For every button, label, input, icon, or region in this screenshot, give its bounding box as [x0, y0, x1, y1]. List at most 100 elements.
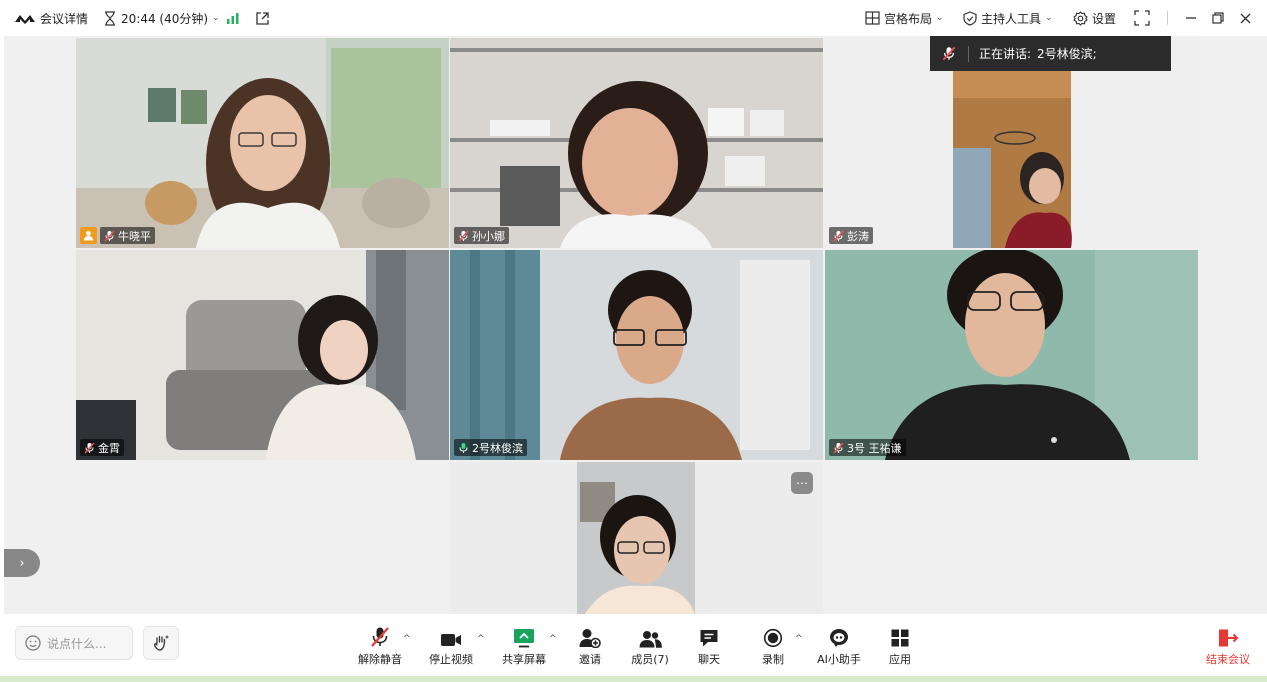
host-person-icon [84, 230, 93, 241]
restore-button[interactable] [1212, 0, 1224, 36]
meeting-details-button[interactable]: 会议详情 [14, 0, 88, 36]
record-options-chevron-icon[interactable]: ^ [795, 634, 803, 644]
mic-muted-icon [942, 46, 956, 61]
record-icon [763, 628, 783, 648]
smile-icon [25, 635, 41, 651]
speaking-indicator: 正在讲话: 2号林俊滨; [930, 36, 1171, 71]
invite-label: 邀请 [579, 653, 601, 666]
participant-name: 孙小娜 [472, 229, 505, 243]
close-button[interactable] [1240, 0, 1251, 36]
close-icon [1240, 13, 1251, 23]
timer-text: 20:44 (40分钟) [121, 11, 209, 26]
video-tile-participant-1[interactable]: 牛晓平 [76, 38, 449, 248]
speaking-label: 正在讲话: [979, 47, 1032, 61]
chevron-right-icon: › [19, 555, 25, 571]
participant-name: 牛晓平 [118, 229, 151, 243]
share-screen-button[interactable]: 共享屏幕 [494, 624, 554, 667]
top-bar: 会议详情 20:44 (40分钟) ⌄ 宫格布局 ⌄ 主持人工具 ⌄ 设置 [0, 0, 1267, 36]
layout-label: 宫格布局 [884, 11, 933, 26]
members-label: 成员(7) [631, 653, 669, 666]
members-button[interactable]: 成员(7) [620, 624, 680, 667]
bottom-background-strip [0, 676, 1267, 682]
share-screen-icon [514, 629, 534, 648]
chat-quick-input[interactable]: 说点什么... [15, 626, 133, 660]
banner-divider [968, 45, 969, 62]
apps-grid-icon [891, 629, 909, 647]
host-tools-label: 主持人工具 [981, 11, 1042, 26]
minimize-button[interactable] [1185, 0, 1197, 36]
chat-bubble-icon [700, 630, 718, 647]
invite-button[interactable]: 邀请 [560, 624, 620, 667]
popout-button[interactable] [255, 0, 270, 36]
bottom-toolbar: 说点什么... 解除静音 ^ 停止视频 ^ 共享屏幕 ^ 邀请 成员(7) 聊天… [0, 614, 1267, 676]
restore-window-icon [1212, 12, 1224, 24]
expand-panel-button[interactable]: › [4, 549, 40, 577]
hand-icon [153, 635, 169, 651]
audio-options-chevron-icon[interactable]: ^ [403, 634, 411, 644]
meeting-timer[interactable]: 20:44 (40分钟) ⌄ [103, 0, 220, 36]
video-grid: 牛晓平 孙小娜 彭涛 金霄 2号林俊滨 3号 王祐谦 ⋯ › [4, 36, 1267, 614]
end-meeting-button[interactable]: 结束会议 [1198, 624, 1258, 667]
share-options-chevron-icon[interactable]: ^ [549, 634, 557, 644]
participant-name: 3号 王祐谦 [847, 441, 902, 455]
video-tile-participant-4[interactable]: 金霄 [76, 250, 449, 460]
mic-muted-icon [84, 442, 95, 453]
settings-button[interactable]: 设置 [1073, 0, 1116, 36]
signal-bars-icon [227, 13, 239, 24]
apps-button[interactable]: 应用 [870, 624, 930, 667]
chevron-down-icon: ⌄ [212, 13, 220, 23]
minimize-icon [1186, 17, 1196, 19]
participant-name: 金霄 [98, 441, 120, 455]
share-screen-label: 共享屏幕 [502, 653, 546, 666]
tencent-meeting-logo-icon [15, 15, 35, 24]
end-meeting-label: 结束会议 [1206, 653, 1250, 666]
participant-name: 彭涛 [847, 229, 869, 243]
mic-muted-icon [833, 442, 844, 453]
network-signal[interactable] [226, 0, 240, 36]
participant-video [450, 38, 823, 248]
unmute-label: 解除静音 [358, 653, 402, 666]
video-tile-participant-7[interactable]: ⋯ [450, 462, 823, 614]
shield-check-icon [963, 10, 977, 26]
chat-label: 聊天 [698, 653, 720, 666]
tile-more-button[interactable]: ⋯ [791, 472, 813, 494]
unmute-button[interactable]: 解除静音 [350, 624, 410, 667]
host-badge [80, 227, 97, 244]
record-button[interactable]: 录制 [743, 624, 803, 667]
participant-name-tag: 孙小娜 [454, 227, 509, 244]
participant-video [76, 250, 449, 460]
participant-name-tag: 金霄 [80, 439, 124, 456]
video-options-chevron-icon[interactable]: ^ [477, 634, 485, 644]
gear-icon [1073, 10, 1088, 26]
stop-video-button[interactable]: 停止视频 [421, 624, 481, 667]
layout-button[interactable]: 宫格布局 ⌄ [865, 0, 944, 36]
host-tools-button[interactable]: 主持人工具 ⌄ [963, 0, 1053, 36]
mic-on-icon [459, 442, 468, 453]
video-tile-participant-5[interactable]: 2号林俊滨 [450, 250, 823, 460]
apps-label: 应用 [889, 653, 911, 666]
participant-name-tag: 牛晓平 [100, 227, 155, 244]
stop-video-label: 停止视频 [429, 653, 473, 666]
participant-video [450, 250, 823, 460]
ai-assistant-button[interactable]: AI小助手 [809, 624, 869, 667]
meeting-details-label: 会议详情 [40, 11, 89, 26]
toolbar-divider [1167, 11, 1168, 25]
chat-button[interactable]: 聊天 [679, 624, 739, 667]
participant-name-tag: 彭涛 [829, 227, 873, 244]
participant-video [825, 250, 1198, 460]
mic-muted-icon [104, 230, 115, 241]
chevron-down-icon: ⌄ [1045, 13, 1053, 23]
video-tile-participant-6[interactable]: 3号 王祐谦 [825, 250, 1198, 460]
more-dots-icon: ⋯ [796, 476, 808, 490]
video-tile-participant-2[interactable]: 孙小娜 [450, 38, 823, 248]
external-window-icon [256, 11, 269, 25]
raise-hand-button[interactable] [143, 626, 179, 660]
fullscreen-icon [1134, 10, 1150, 26]
ai-assistant-icon [830, 629, 848, 647]
mic-muted-icon [833, 230, 844, 241]
fullscreen-button[interactable] [1134, 0, 1150, 36]
settings-label: 设置 [1092, 11, 1117, 26]
add-person-icon [579, 629, 601, 648]
video-camera-icon [441, 634, 461, 646]
chat-placeholder: 说点什么... [47, 636, 107, 651]
